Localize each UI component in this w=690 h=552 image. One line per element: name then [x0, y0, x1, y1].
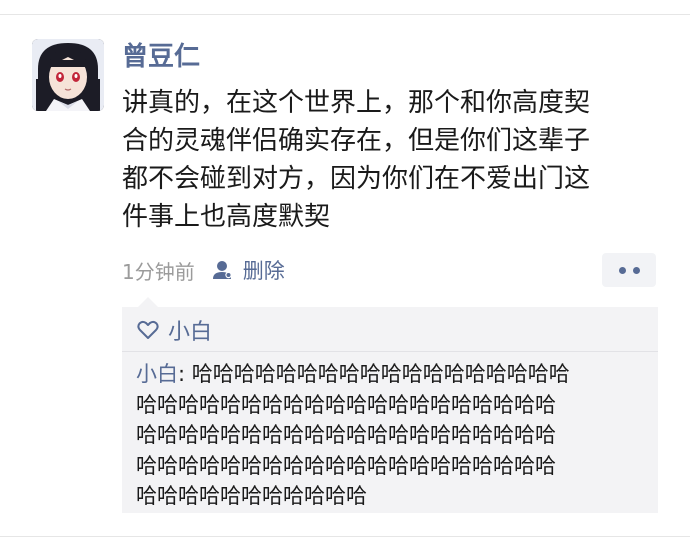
comment-first-line: 小白: 哈哈哈哈哈哈哈哈哈哈哈哈哈哈哈哈哈哈	[136, 359, 651, 390]
post-text-line: 讲真的，在这个世界上，那个和你高度契	[122, 88, 591, 118]
comment-text-line: 哈哈哈哈哈哈哈哈哈哈哈哈哈哈哈哈哈哈哈哈	[136, 453, 556, 478]
avatar-image	[32, 39, 104, 111]
post-text-line: 合的灵魂伴侣确实存在，但是你们这辈子	[122, 126, 591, 156]
more-dots-icon	[618, 266, 626, 274]
delete-button[interactable]: 删除	[243, 255, 285, 285]
top-divider	[0, 14, 690, 15]
post-text-line: 件事上也高度默契	[122, 202, 331, 232]
comments-panel: 小白 小白: 哈哈哈哈哈哈哈哈哈哈哈哈哈哈哈哈哈哈 哈哈哈哈哈哈哈哈哈哈哈哈哈哈…	[122, 297, 658, 513]
comment-item[interactable]: 小白: 哈哈哈哈哈哈哈哈哈哈哈哈哈哈哈哈哈哈 哈哈哈哈哈哈哈哈哈哈哈哈哈哈哈哈哈…	[136, 359, 651, 512]
more-dots-icon	[632, 266, 640, 274]
likes-row: 小白	[136, 313, 212, 347]
comment-text-line: 哈哈哈哈哈哈哈哈哈哈哈	[136, 484, 367, 508]
comment-text-start: 哈哈哈哈哈哈哈哈哈哈哈哈哈哈哈哈哈哈	[191, 362, 570, 386]
post-author-name[interactable]: 曾豆仁	[122, 40, 200, 74]
avatar[interactable]	[32, 39, 104, 111]
post-body: 讲真的，在这个世界上，那个和你高度契 合的灵魂伴侣确实存在，但是你们这辈子 都不…	[122, 84, 662, 236]
comments-panel-arrow	[138, 297, 158, 307]
heart-icon	[136, 318, 160, 342]
post-meta: 1分钟前 删除	[122, 254, 285, 286]
comment-separator: :	[178, 362, 192, 386]
comments-divider	[122, 351, 658, 352]
commenter-name[interactable]: 小白	[136, 362, 178, 386]
like-user-name[interactable]: 小白	[168, 314, 212, 346]
comment-text-line: 哈哈哈哈哈哈哈哈哈哈哈哈哈哈哈哈哈哈哈哈	[136, 392, 556, 417]
bottom-divider	[0, 536, 690, 537]
more-options-button[interactable]	[602, 253, 656, 287]
comment-text-line: 哈哈哈哈哈哈哈哈哈哈哈哈哈哈哈哈哈哈哈哈	[136, 423, 556, 447]
person-icon[interactable]	[211, 259, 233, 281]
post-text-line: 都不会碰到对方，因为你们在不爱出门这	[122, 164, 591, 194]
post-timestamp: 1分钟前	[122, 259, 195, 284]
